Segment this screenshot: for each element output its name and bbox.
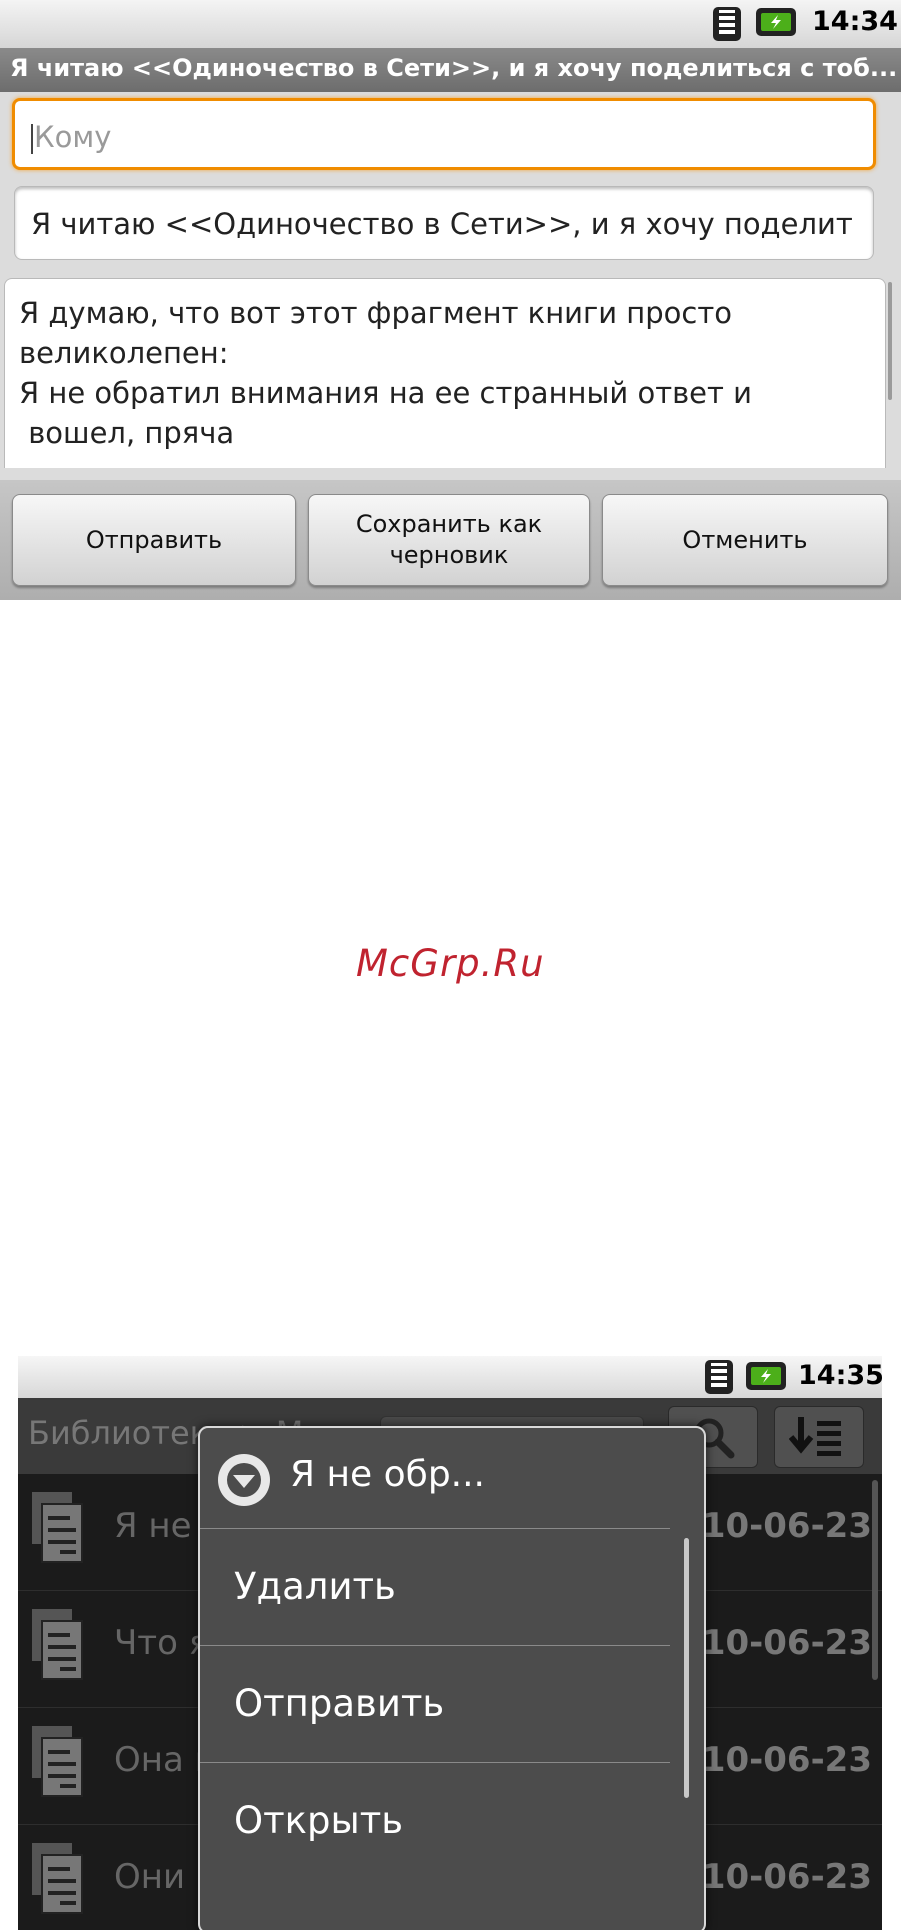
menu-item-open[interactable]: Открыть: [200, 1762, 670, 1879]
menu-scrollbar[interactable]: [684, 1538, 689, 1798]
menu-item-delete[interactable]: Удалить: [200, 1528, 670, 1645]
text-cursor: [31, 124, 33, 154]
status-time: 14:35: [798, 1360, 882, 1391]
cancel-button-label: Отменить: [682, 525, 808, 554]
body-scrollbar[interactable]: [888, 282, 892, 400]
send-button-label: Отправить: [85, 525, 223, 554]
sort-button[interactable]: [774, 1406, 864, 1468]
compose-screen: 14:34 Я читаю <<Одиночество в Сети>>, и …: [0, 0, 901, 600]
watermark: McGrp.Ru: [356, 942, 545, 985]
context-menu-header: Я не обр...: [200, 1428, 704, 1528]
battery-icon: [746, 1362, 786, 1390]
window-title-bar: Я читаю <<Одиночество в Сети>>, и я хочу…: [0, 48, 901, 92]
message-body-field[interactable]: Я думаю, что вот этот фрагмент книги про…: [4, 278, 886, 468]
list-scrollbar[interactable]: [872, 1480, 878, 1680]
status-bar: 14:35: [18, 1356, 882, 1398]
wifi-icon: [705, 1360, 733, 1394]
status-bar: 14:34: [0, 0, 901, 48]
chevron-down-icon: [218, 1454, 270, 1506]
menu-item-send[interactable]: Отправить: [200, 1645, 670, 1762]
send-button[interactable]: Отправить: [12, 494, 296, 586]
cancel-button[interactable]: Отменить: [602, 494, 888, 586]
message-body-text: Я думаю, что вот этот фрагмент книги про…: [19, 296, 752, 450]
to-placeholder: Кому: [34, 120, 112, 154]
battery-icon: [756, 8, 796, 36]
sort-icon: [789, 1417, 841, 1456]
document-icon: [32, 1726, 83, 1797]
subject-text: Я читаю <<Одиночество в Сети>>, и я хочу…: [31, 207, 853, 241]
save-draft-button[interactable]: Сохранить как черновик: [308, 494, 590, 586]
save-draft-button-label: Сохранить как черновик: [355, 510, 543, 569]
menu-item-label: Открыть: [234, 1799, 404, 1842]
wifi-icon: [713, 7, 741, 41]
document-icon: [32, 1843, 83, 1914]
menu-item-label: Отправить: [234, 1682, 445, 1725]
menu-item-label: Удалить: [234, 1565, 396, 1608]
subject-field[interactable]: Я читаю <<Одиночество в Сети>>, и я хочу…: [14, 186, 874, 260]
to-field[interactable]: Кому: [12, 98, 876, 170]
context-menu: Я не обр... Удалить Отправить Открыть: [198, 1426, 706, 1930]
context-menu-title: Я не обр...: [290, 1454, 485, 1495]
document-icon: [32, 1609, 83, 1680]
document-icon: [32, 1492, 83, 1563]
status-time: 14:34: [812, 6, 898, 37]
window-title: Я читаю <<Одиночество в Сети>>, и я хочу…: [10, 54, 898, 82]
library-screen: 14:35 Библиотека > Мар... Я не: [18, 1356, 882, 1930]
